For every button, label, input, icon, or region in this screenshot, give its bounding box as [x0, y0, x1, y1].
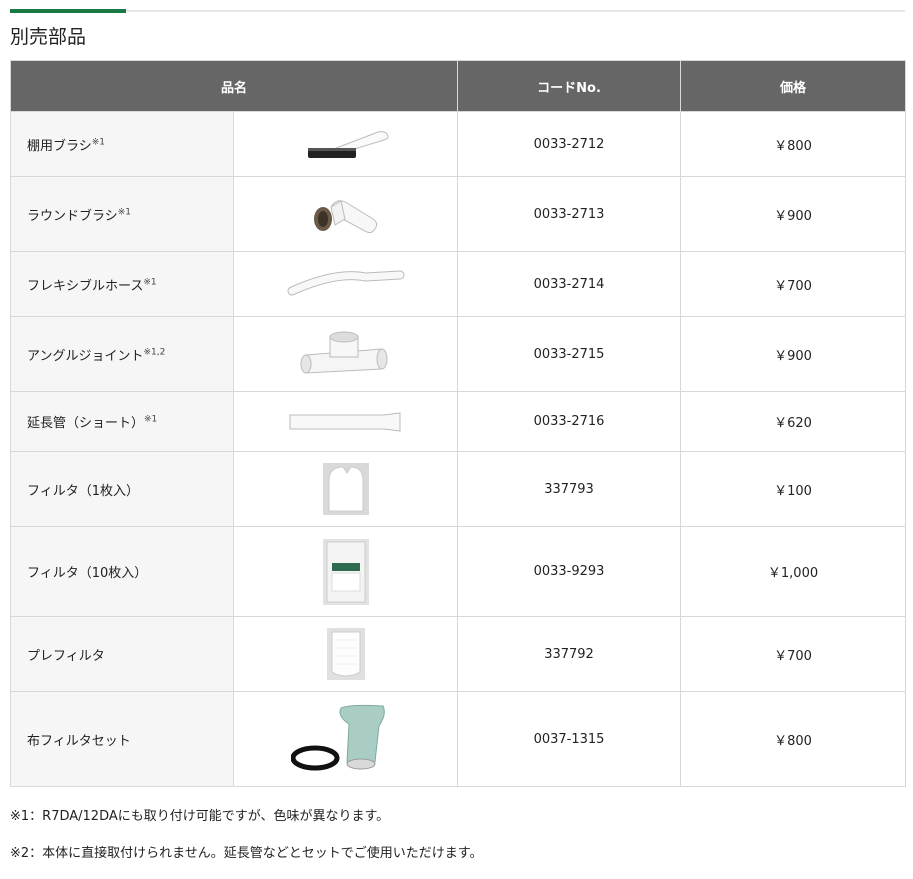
part-name: フィルタ（10枚入） [10, 526, 234, 617]
header-price: 価格 [680, 60, 907, 112]
part-name-text: 棚用ブラシ [27, 138, 92, 154]
part-name: アングルジョイント※1,2 [10, 316, 234, 392]
part-name: フレキシブルホース※1 [10, 251, 234, 317]
table-row: 延長管（ショート）※1 0033-2716 ￥620 [10, 391, 907, 452]
footnote-2: ※2：本体に直接取付けられません。延長管などとセットでご使用いただけます。 [10, 846, 483, 861]
part-image [232, 391, 459, 452]
filter-icon [322, 463, 369, 515]
part-note: ※1,2 [143, 347, 166, 358]
part-image [232, 111, 459, 177]
part-note: ※1 [91, 137, 106, 148]
part-price: ￥700 [680, 616, 907, 692]
header-name: 品名 [9, 60, 459, 112]
part-name-text: アングルジョイント [27, 348, 144, 364]
part-image [232, 251, 459, 317]
round-brush-icon [313, 200, 377, 234]
part-name-text: 布フィルタセット [27, 733, 131, 749]
part-name-text: フレキシブルホース [27, 278, 144, 294]
part-name: 棚用ブラシ※1 [10, 111, 234, 177]
part-note: ※1 [143, 277, 157, 288]
part-name: ラウンドブラシ※1 [10, 176, 234, 252]
part-price: ￥620 [680, 391, 907, 452]
part-name-text: プレフィルタ [27, 648, 105, 664]
part-name-text: ラウンドブラシ [27, 208, 118, 224]
cloth-filter-set-icon [290, 704, 385, 771]
part-image [232, 316, 459, 392]
table-row: アングルジョイント※1,2 0033-2715 ￥900 [10, 316, 907, 392]
part-price: ￥900 [680, 176, 907, 252]
table-row: プレフィルタ 337792 ￥700 [10, 616, 907, 692]
part-name: フィルタ（1枚入） [10, 451, 234, 527]
part-code: 0033-2716 [457, 391, 682, 452]
table-header-row: 品名 コードNo. 価格 [9, 60, 907, 112]
shelf-brush-icon [307, 131, 389, 158]
part-name-text: フィルタ（10枚入） [27, 566, 148, 581]
part-code: 337792 [457, 616, 682, 692]
part-name: 延長管（ショート）※1 [10, 391, 234, 452]
part-name: プレフィルタ [10, 616, 234, 692]
part-image [232, 526, 459, 617]
footnote-1: ※1：R7DA/12DAにも取り付け可能ですが、色味が異なります。 [10, 809, 390, 824]
filter-pack-icon [322, 538, 369, 605]
part-name-text: フィルタ（1枚入） [27, 483, 140, 499]
pre-filter-icon [326, 628, 365, 680]
section-divider [10, 9, 905, 13]
part-note: ※1 [144, 414, 158, 425]
part-image [232, 176, 459, 252]
table-row: ラウンドブラシ※1 0033-2713 ￥900 [10, 176, 907, 252]
part-price: ￥800 [680, 111, 907, 177]
footnotes: ※1：R7DA/12DAにも取り付け可能ですが、色味が異なります。 ※2：本体に… [10, 805, 482, 879]
part-code: 0037-1315 [457, 691, 682, 787]
part-price: ￥100 [680, 451, 907, 527]
extension-pipe-icon [289, 411, 400, 432]
part-price: ￥800 [680, 691, 907, 787]
table-row: フィルタ（10枚入） 0033-9293 ￥1,000 [10, 526, 907, 617]
part-price: ￥700 [680, 251, 907, 317]
part-note: ※1 [117, 207, 132, 218]
part-code: 337793 [457, 451, 682, 527]
header-code: コードNo. [457, 60, 682, 112]
part-code: 0033-9293 [457, 526, 682, 617]
table-row: 棚用ブラシ※1 0033-2712 ￥800 [10, 111, 907, 177]
flexible-hose-icon [287, 270, 404, 296]
part-image [232, 691, 459, 787]
part-code: 0033-2714 [457, 251, 682, 317]
part-code: 0033-2712 [457, 111, 682, 177]
table-row: フィルタ（1枚入） 337793 ￥100 [10, 451, 907, 527]
part-code: 0033-2715 [457, 316, 682, 392]
angle-joint-icon [300, 331, 387, 374]
accessory-parts-table: 品名 コードNo. 価格 棚用ブラシ※1 0033-2712 ￥800 ラウンド… [9, 60, 907, 787]
part-name-text: 延長管（ショート） [27, 416, 145, 431]
section-title: 別売部品 [10, 26, 87, 48]
table-row: 布フィルタセット 0037-1315 ￥800 [10, 691, 907, 787]
part-price: ￥1,000 [680, 526, 907, 617]
section-accent-bar [10, 9, 126, 13]
part-price: ￥900 [680, 316, 907, 392]
part-name: 布フィルタセット [10, 691, 234, 787]
part-image [232, 451, 459, 527]
part-code: 0033-2713 [457, 176, 682, 252]
part-image [232, 616, 459, 692]
table-row: フレキシブルホース※1 0033-2714 ￥700 [10, 251, 907, 317]
